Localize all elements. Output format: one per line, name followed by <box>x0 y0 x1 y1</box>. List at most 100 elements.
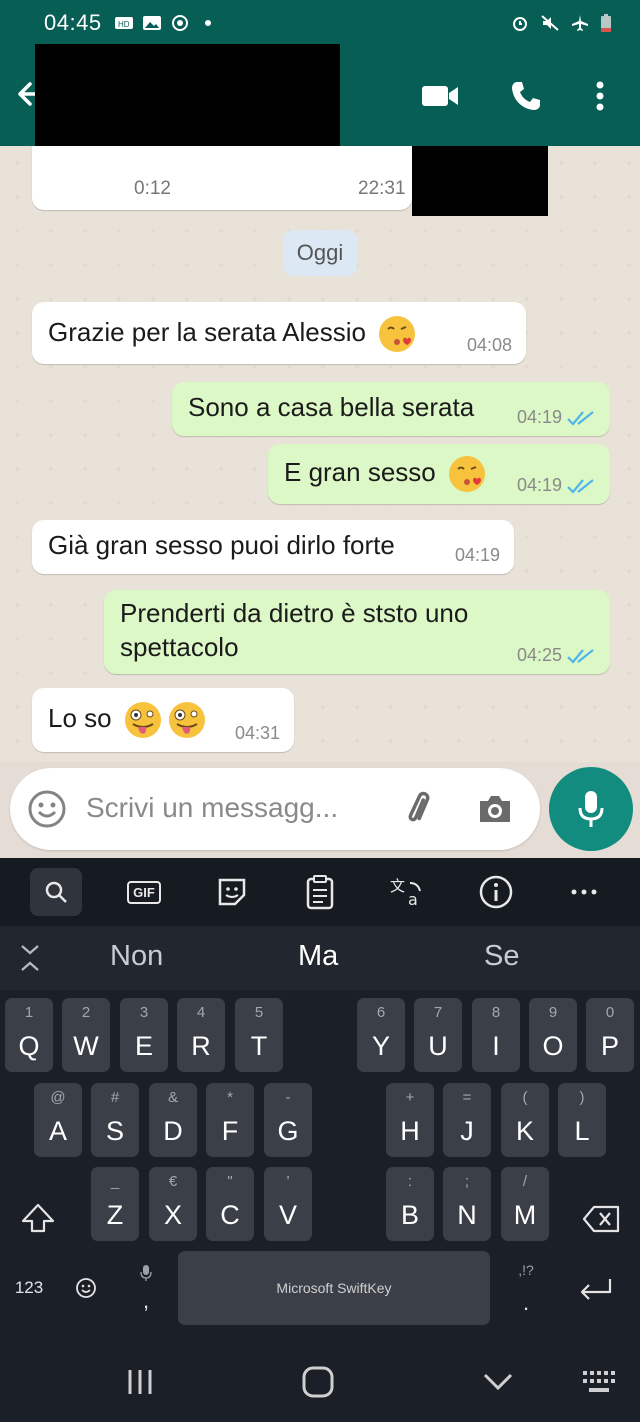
key-x[interactable]: € X <box>149 1167 197 1241</box>
key-s[interactable]: # S <box>91 1083 139 1157</box>
emoji-icon[interactable] <box>26 788 68 830</box>
period-key[interactable]: ,!? . <box>506 1252 546 1326</box>
info-button[interactable] <box>470 868 522 916</box>
message-in[interactable]: Grazie per la serata Alessio 04:08 <box>32 302 526 364</box>
key-hint: 7 <box>433 1004 443 1021</box>
key-q[interactable]: 1Q <box>5 998 53 1072</box>
audio-message[interactable]: 0:12 22:31 <box>32 146 412 210</box>
key-a[interactable]: @ A <box>34 1083 82 1157</box>
key-j[interactable]: = J <box>443 1083 491 1157</box>
keyboard-switch-button[interactable] <box>570 1362 630 1402</box>
key-m[interactable]: / M <box>501 1167 549 1241</box>
message-out[interactable]: E gran sesso 04:19 <box>268 444 610 504</box>
key-hint: 9 <box>548 1004 558 1021</box>
message-time: 04:19 <box>516 407 562 427</box>
suggestion-3[interactable]: Se <box>484 940 519 973</box>
numbers-key[interactable]: 123 <box>8 1268 50 1308</box>
key-v[interactable]: ' V <box>264 1167 312 1241</box>
key-i[interactable]: 8I <box>472 998 520 1072</box>
message-time: 04:19 <box>516 475 562 495</box>
suggestion-2[interactable]: Ma <box>298 940 338 973</box>
gif-icon: GIF <box>127 880 161 904</box>
key-hint: / <box>522 1173 528 1190</box>
translate-button[interactable]: 文a <box>382 868 434 916</box>
key-p[interactable]: 0P <box>586 998 634 1072</box>
key-hint: € <box>168 1173 178 1190</box>
key-letter: V <box>278 1200 297 1230</box>
message-time: 04:25 <box>516 645 562 665</box>
key-letter: D <box>163 1116 183 1146</box>
key-c[interactable]: " C <box>206 1167 254 1241</box>
key-b[interactable]: :B <box>386 1167 434 1241</box>
key-z[interactable]: _ Z <box>91 1167 139 1241</box>
key-f[interactable]: * F <box>206 1083 254 1157</box>
key-letter: W <box>73 1031 99 1061</box>
key-h[interactable]: + H <box>386 1083 434 1157</box>
space-key[interactable]: Microsoft SwiftKey <box>178 1251 490 1325</box>
key-y[interactable]: 6Y <box>357 998 405 1072</box>
microphone-icon <box>578 791 604 827</box>
back-nav-button[interactable] <box>468 1362 528 1402</box>
key-d[interactable]: & D <box>149 1083 197 1157</box>
redacted-contact-name[interactable] <box>35 44 340 161</box>
chat-messages[interactable]: 0:12 22:31 Oggi Grazie per la serata Ale… <box>0 146 640 762</box>
key-n[interactable]: ; N <box>443 1167 491 1241</box>
key-hint: 8 <box>491 1004 501 1021</box>
key-t[interactable]: 5T <box>235 998 283 1072</box>
key-o[interactable]: 9O <box>529 998 577 1072</box>
emoji-key[interactable] <box>70 1268 102 1308</box>
collapse-icon[interactable] <box>14 942 46 974</box>
key-letter: L <box>574 1116 590 1146</box>
message-out[interactable]: Sono a casa bella serata 04:19 <box>172 382 610 436</box>
enter-key[interactable] <box>572 1268 620 1312</box>
key-w[interactable]: 2W <box>62 998 110 1072</box>
overflow-menu-button[interactable] <box>580 76 620 116</box>
message-input[interactable]: Scrivi un messagg... <box>86 792 338 824</box>
comma-key[interactable]: , <box>126 1252 166 1326</box>
message-composer[interactable]: Scrivi un messagg... <box>10 768 540 850</box>
key-hint: : <box>407 1173 413 1190</box>
key-letter: X <box>163 1200 182 1230</box>
double-check-icon <box>567 410 594 426</box>
key-hint: = <box>462 1089 472 1106</box>
key-hint: 6 <box>376 1004 386 1021</box>
key-r[interactable]: 4R <box>177 998 225 1072</box>
sticker-button[interactable] <box>206 868 258 916</box>
message-text: Già gran sesso puoi dirlo forte <box>48 530 395 560</box>
message-in[interactable]: Già gran sesso puoi dirlo forte 04:19 <box>32 520 514 574</box>
key-g[interactable]: -G <box>264 1083 312 1157</box>
paperclip-icon[interactable] <box>398 788 440 830</box>
suggestion-1[interactable]: Non <box>110 940 163 973</box>
home-button[interactable] <box>288 1362 348 1402</box>
gif-button[interactable]: GIF <box>118 868 170 916</box>
backspace-key[interactable] <box>578 1182 626 1256</box>
key-k[interactable]: (K <box>501 1083 549 1157</box>
key-e[interactable]: 3E <box>120 998 168 1072</box>
winking-tongue-emoji-icon <box>124 702 161 738</box>
video-call-button[interactable] <box>420 76 460 116</box>
key-hint: _ <box>110 1173 120 1190</box>
toolbar-more-button[interactable] <box>558 868 610 916</box>
key-letter: Z <box>106 1200 124 1230</box>
message-in[interactable]: Lo so 04:31 <box>32 688 294 752</box>
clipboard-button[interactable] <box>294 868 346 916</box>
message-time: 04:08 <box>466 335 512 355</box>
key-hint: ; <box>464 1173 470 1190</box>
key-l[interactable]: ) L <box>558 1083 606 1157</box>
alarm-icon <box>513 17 527 31</box>
camera-icon[interactable] <box>474 788 516 830</box>
voice-call-button[interactable] <box>506 76 546 116</box>
shift-key[interactable] <box>14 1182 62 1256</box>
key-letter: E <box>134 1031 153 1061</box>
message-text: Prenderti da dietro è ststo uno spettaco… <box>120 596 468 664</box>
voice-record-button[interactable] <box>549 767 633 851</box>
key-u[interactable]: 7U <box>414 998 462 1072</box>
message-meta: 04:08 <box>467 335 512 356</box>
keyboard-search-button[interactable] <box>30 868 82 916</box>
message-out[interactable]: Prenderti da dietro è ststo uno spettaco… <box>104 590 610 674</box>
audio-duration: 0:12 <box>134 178 171 199</box>
recents-icon <box>128 1370 152 1394</box>
sticker-icon <box>218 878 246 906</box>
recents-button[interactable] <box>110 1362 170 1402</box>
key-hint: " <box>227 1173 233 1190</box>
